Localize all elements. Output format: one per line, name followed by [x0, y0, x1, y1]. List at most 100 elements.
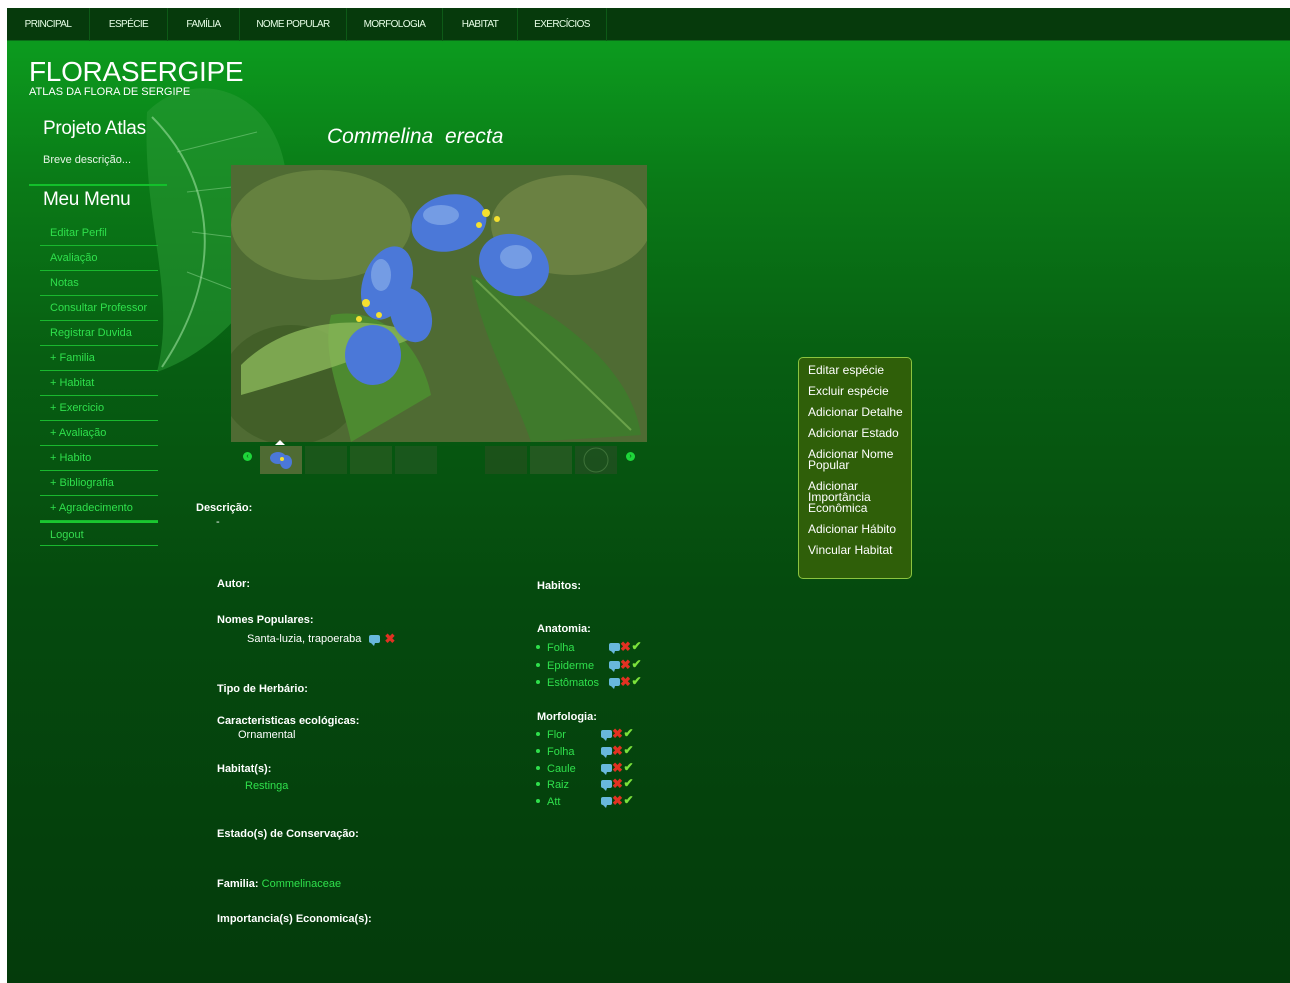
morfologia-item-link[interactable]: Att: [547, 796, 560, 808]
menu-item-notas[interactable]: Notas: [40, 271, 158, 296]
excluir-especie-link[interactable]: Excluir espécie: [808, 385, 911, 397]
vincular-habitat-link[interactable]: Vincular Habitat: [808, 544, 911, 556]
check-icon[interactable]: ✔: [623, 727, 634, 739]
delete-icon[interactable]: ✖: [612, 794, 623, 807]
familia-link[interactable]: Commelinaceae: [262, 878, 341, 890]
nav-morfologia[interactable]: Morfologia: [347, 8, 443, 41]
check-icon[interactable]: ✔: [623, 744, 634, 756]
menu-item-logout[interactable]: Logout: [40, 521, 158, 546]
projeto-title: Projeto Atlas: [43, 118, 146, 139]
adicionar-detalhe-link[interactable]: Adicionar Detalhe: [808, 406, 911, 418]
check-icon[interactable]: ✔: [631, 675, 642, 687]
adicionar-importancia-link[interactable]: Adicionar Importância Econômica: [808, 480, 911, 514]
morfologia-actions: ✖✔: [601, 727, 634, 741]
descricao-value: -: [216, 516, 220, 528]
morfologia-item: Raiz: [536, 777, 569, 793]
descricao-label: Descrição:: [196, 502, 253, 514]
menu-item-registrar-duvida[interactable]: Registrar Duvida: [40, 321, 158, 346]
menu-item-avaliacao[interactable]: Avaliação: [40, 246, 158, 271]
comment-icon[interactable]: [609, 677, 620, 689]
check-icon[interactable]: ✔: [623, 794, 634, 806]
delete-icon[interactable]: ✖: [620, 640, 631, 653]
species-photo: [231, 165, 647, 442]
delete-icon[interactable]: ✖: [612, 777, 623, 790]
sidebar-menu: Editar Perfil Avaliação Notas Consultar …: [40, 221, 158, 546]
morfologia-actions: ✖✔: [601, 761, 634, 775]
conservacao-label: Estado(s) de Conservação:: [217, 828, 359, 840]
editar-especie-link[interactable]: Editar espécie: [808, 364, 911, 376]
check-icon[interactable]: ✔: [631, 658, 642, 670]
comment-icon[interactable]: [601, 763, 612, 775]
comment-icon[interactable]: [601, 779, 612, 791]
thumbnail-prev-button[interactable]: ‹: [243, 452, 252, 461]
nav-exercicios[interactable]: Exercícios: [518, 8, 607, 41]
comment-icon[interactable]: [609, 660, 620, 672]
projeto-description: Breve descrição...: [43, 154, 132, 166]
thumbnail-5[interactable]: [485, 446, 527, 474]
site-title: FLORASERGIPE: [29, 56, 244, 87]
adicionar-habito-link[interactable]: Adicionar Hábito: [808, 523, 911, 535]
menu-item-consultar-professor[interactable]: Consultar Professor: [40, 296, 158, 321]
menu-item-editar-perfil[interactable]: Editar Perfil: [40, 221, 158, 246]
bullet-icon: [536, 680, 540, 685]
bullet-icon: [536, 749, 540, 754]
morfologia-item-link[interactable]: Flor: [547, 729, 566, 741]
nav-familia[interactable]: Família: [168, 8, 240, 41]
comment-icon[interactable]: [601, 796, 612, 808]
check-icon[interactable]: ✔: [631, 640, 642, 652]
morfologia-item-link[interactable]: Caule: [547, 763, 576, 775]
morfologia-label: Morfologia:: [537, 711, 597, 723]
morfologia-item: Caule: [536, 761, 576, 777]
thumbnail-7[interactable]: [575, 446, 617, 474]
thumbnail-1[interactable]: [260, 446, 302, 474]
thumbnail-2[interactable]: [305, 446, 347, 474]
comment-icon[interactable]: [369, 634, 380, 646]
bullet-icon: [536, 799, 540, 804]
delete-icon[interactable]: ✖: [620, 658, 631, 671]
menu-item-add-avaliacao[interactable]: + Avaliação: [40, 421, 158, 446]
menu-item-add-habito[interactable]: + Habito: [40, 446, 158, 471]
anatomia-item-link[interactable]: Estômatos: [547, 677, 599, 689]
thumbnail-3[interactable]: [350, 446, 392, 474]
anatomia-item: Estômatos: [536, 675, 599, 691]
delete-icon[interactable]: ✖: [384, 632, 396, 645]
delete-icon[interactable]: ✖: [612, 761, 623, 774]
menu-item-add-agradecimento[interactable]: + Agradecimento: [40, 496, 158, 521]
delete-icon[interactable]: ✖: [620, 675, 631, 688]
delete-icon[interactable]: ✖: [612, 744, 623, 757]
nav-especie[interactable]: Espécie: [90, 8, 168, 41]
morfologia-item-link[interactable]: Raiz: [547, 779, 569, 791]
bullet-icon: [536, 645, 540, 650]
habitat-label: Habitat(s):: [217, 763, 272, 775]
page-frame: Principal Espécie Família Nome popular M…: [7, 8, 1290, 983]
menu-item-add-habitat[interactable]: + Habitat: [40, 371, 158, 396]
adicionar-estado-link[interactable]: Adicionar Estado: [808, 427, 911, 439]
bullet-icon: [536, 766, 540, 771]
anatomia-item: Folha: [536, 640, 575, 656]
comment-icon[interactable]: [601, 729, 612, 741]
nav-principal[interactable]: Principal: [7, 8, 90, 41]
habitat-link[interactable]: Restinga: [245, 780, 288, 792]
habitos-label: Habitos:: [537, 580, 581, 592]
comment-icon[interactable]: [609, 642, 620, 654]
adicionar-nome-popular-link[interactable]: Adicionar Nome Popular: [808, 448, 911, 471]
menu-item-add-exercicio[interactable]: + Exercicio: [40, 396, 158, 421]
menu-item-add-familia[interactable]: + Familia: [40, 346, 158, 371]
thumbnail-6[interactable]: [530, 446, 572, 474]
comment-icon[interactable]: [601, 746, 612, 758]
thumbnail-4[interactable]: [395, 446, 437, 474]
morfologia-item-link[interactable]: Folha: [547, 746, 575, 758]
check-icon[interactable]: ✔: [623, 777, 634, 789]
anatomia-actions: ✖✔: [609, 640, 642, 654]
delete-icon[interactable]: ✖: [612, 727, 623, 740]
nav-nome-popular[interactable]: Nome popular: [240, 8, 347, 41]
check-icon[interactable]: ✔: [623, 761, 634, 773]
anatomia-item-link[interactable]: Folha: [547, 642, 575, 654]
nav-habitat[interactable]: Habitat: [443, 8, 518, 41]
nomes-populares-value: Santa-luzia, trapoeraba: [247, 633, 362, 645]
familia-label: Familia:: [217, 878, 259, 890]
menu-item-add-bibliografia[interactable]: + Bibliografia: [40, 471, 158, 496]
anatomia-item-link[interactable]: Epiderme: [547, 660, 594, 672]
importancia-label: Importancia(s) Economica(s):: [217, 913, 372, 925]
thumbnail-next-button[interactable]: ›: [626, 452, 635, 461]
